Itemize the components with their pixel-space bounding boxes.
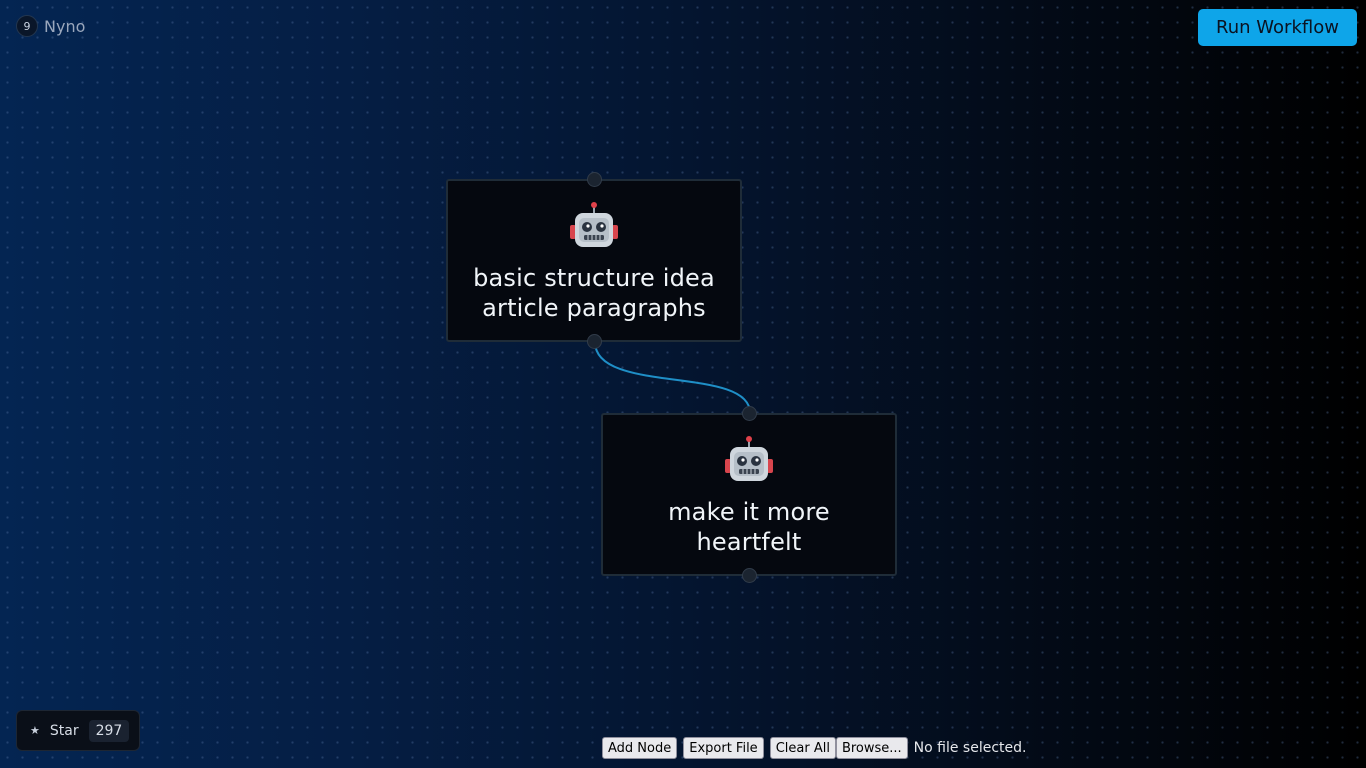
brand: 9 Nyno bbox=[16, 15, 85, 37]
star-count: 297 bbox=[88, 719, 130, 742]
workflow-node[interactable]: basic structure idea article paragraphs bbox=[446, 172, 742, 349]
add-node-button[interactable]: Add Node bbox=[602, 737, 678, 759]
node-label: make it more heartfelt bbox=[668, 498, 830, 556]
clear-all-button[interactable]: Clear All bbox=[769, 737, 836, 759]
workflow-edge[interactable] bbox=[594, 341, 751, 414]
star-icon: ★ bbox=[30, 724, 40, 737]
robot-icon bbox=[725, 436, 773, 481]
logo-icon: 9 bbox=[16, 15, 38, 37]
node-input-handle[interactable] bbox=[741, 406, 757, 421]
file-input[interactable]: Browse... No file selected. bbox=[835, 737, 1027, 759]
star-label: Star bbox=[49, 722, 79, 739]
app-name: Nyno bbox=[44, 16, 86, 36]
node-input-handle[interactable] bbox=[586, 172, 602, 187]
node-output-handle[interactable] bbox=[586, 334, 602, 349]
run-workflow-button[interactable]: Run Workflow bbox=[1198, 9, 1357, 46]
bottom-toolbar: Add Node Export File Clear All Browse...… bbox=[602, 737, 1026, 759]
robot-icon bbox=[570, 202, 618, 247]
browse-button[interactable]: Browse... bbox=[835, 737, 908, 759]
file-status: No file selected. bbox=[913, 740, 1027, 756]
export-file-button[interactable]: Export File bbox=[683, 737, 764, 759]
edges-layer bbox=[594, 341, 751, 414]
node-label: basic structure idea article paragraphs bbox=[473, 264, 715, 322]
workflow-node[interactable]: make it more heartfelt bbox=[601, 406, 897, 583]
node-output-handle[interactable] bbox=[741, 568, 757, 583]
github-star-widget[interactable]: ★ Star 297 bbox=[16, 710, 140, 751]
